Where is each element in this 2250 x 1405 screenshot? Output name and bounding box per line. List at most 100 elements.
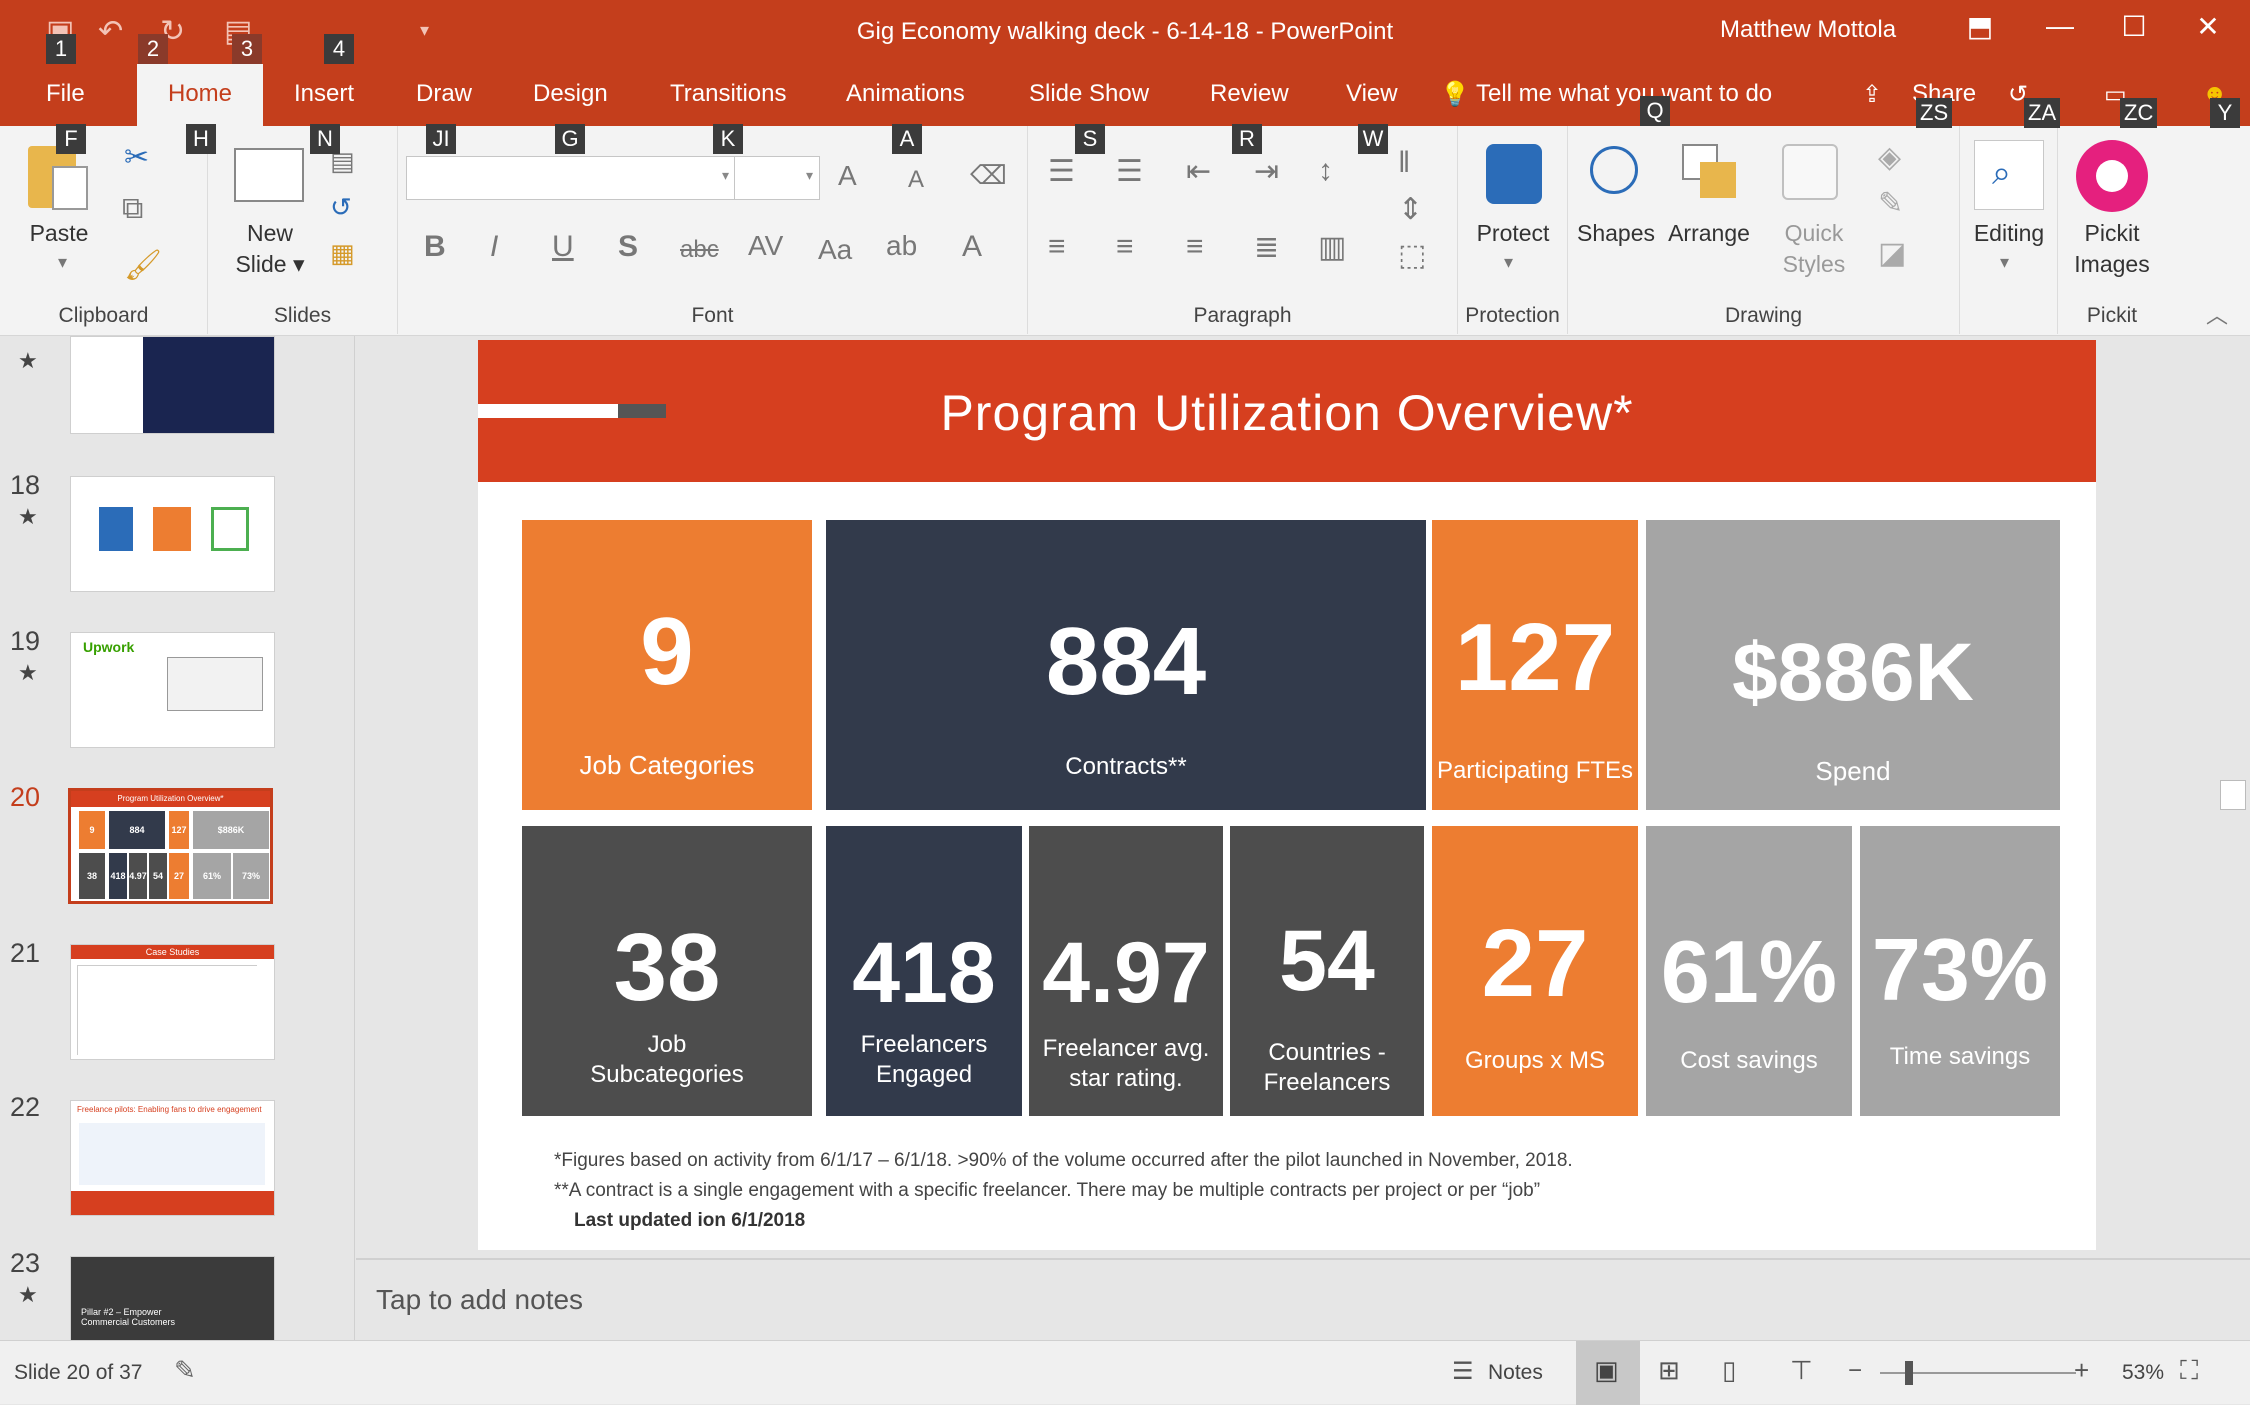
metric-tile[interactable]: 61% Cost savings (1646, 826, 1852, 1116)
text-direction-icon[interactable]: ‖ (1398, 146, 1410, 180)
zoom-level[interactable]: 53% (2122, 1361, 2164, 1385)
tab-design[interactable]: Design (533, 80, 608, 126)
tab-review[interactable]: Review (1210, 80, 1289, 126)
spell-check-icon[interactable]: ✎ (174, 1355, 196, 1386)
numbering-icon[interactable]: ☰ (1116, 154, 1143, 189)
close-icon[interactable]: ✕ (2178, 10, 2238, 43)
editing-button[interactable]: Editing (1960, 218, 2058, 249)
shapes-button[interactable]: Shapes (1568, 218, 1664, 249)
text-shadow-icon[interactable]: S (618, 230, 638, 264)
slide-thumbnail-panel[interactable]: ★ 18 ★ 19 ★ Upwork 20 Program Utilizatio… (0, 336, 355, 1340)
zoom-slider-thumb[interactable] (1904, 1361, 1913, 1385)
clear-formatting-icon[interactable]: ⌫ (970, 160, 1007, 191)
footnote-1[interactable]: *Figures based on activity from 6/1/17 –… (554, 1150, 1573, 1172)
maximize-icon[interactable]: ☐ (2104, 10, 2164, 43)
new-slide-icon[interactable] (234, 148, 304, 202)
smartart-icon[interactable]: ⬚ (1398, 238, 1426, 273)
notes-placeholder[interactable]: Tap to add notes (376, 1284, 583, 1316)
underline-icon[interactable]: U (552, 230, 574, 264)
fit-to-window-icon[interactable]: ⛶ (2180, 1355, 2198, 1387)
tab-transitions[interactable]: Transitions (670, 80, 786, 126)
font-size-combo[interactable]: ▾ (734, 156, 820, 200)
zoom-out-icon[interactable]: − (1848, 1357, 1862, 1385)
quick-styles-button[interactable]: Quick Styles (1764, 218, 1864, 280)
character-spacing-icon[interactable]: AV (748, 230, 783, 262)
justify-icon[interactable]: ≣ (1254, 230, 1279, 265)
bold-icon[interactable]: B (424, 230, 446, 264)
bullets-icon[interactable]: ☰ (1048, 154, 1075, 189)
editing-dropdown-icon[interactable]: ▾ (2000, 252, 2009, 273)
collapse-ribbon-icon[interactable]: ︿ (2206, 298, 2228, 330)
tab-home[interactable]: Home (137, 64, 263, 126)
shape-fill-icon[interactable]: ◈ (1878, 140, 1901, 175)
metric-tile[interactable]: 38 Job Subcategories (522, 826, 812, 1116)
metric-tile[interactable]: 27 Groups x MS (1432, 826, 1638, 1116)
strikethrough-icon[interactable]: abc (680, 236, 719, 264)
arrange-button[interactable]: Arrange (1664, 218, 1754, 249)
slide-sorter-icon[interactable]: ⊞ (1658, 1355, 1680, 1386)
ribbon-display-options-icon[interactable]: ⬒ (1950, 10, 2010, 43)
reset-icon[interactable]: ↺ (330, 192, 352, 223)
notes-toggle-button[interactable]: Notes (1488, 1361, 1543, 1385)
protect-dropdown-icon[interactable]: ▾ (1504, 252, 1513, 273)
paste-dropdown-icon[interactable]: ▾ (58, 252, 67, 273)
user-name[interactable]: Matthew Mottola (1720, 16, 1896, 44)
vertical-scrollbar[interactable] (2218, 336, 2250, 1258)
share-icon[interactable]: ⇪ (1862, 80, 1882, 126)
metric-tile[interactable]: 9 Job Categories (522, 520, 812, 810)
shrink-font-icon[interactable]: A (908, 166, 924, 194)
line-spacing-icon[interactable]: ↕ (1318, 154, 1333, 188)
font-color-icon[interactable]: A (962, 230, 982, 264)
thumbnail-slide-18[interactable] (70, 476, 275, 592)
thumbnail-slide-17[interactable] (70, 336, 275, 434)
decrease-indent-icon[interactable]: ⇤ (1186, 154, 1211, 189)
format-painter-icon[interactable]: 🖌 (124, 248, 162, 283)
footnote-2[interactable]: **A contract is a single engagement with… (554, 1180, 1540, 1202)
last-updated[interactable]: Last updated ion 6/1/2018 (574, 1210, 805, 1232)
metric-tile[interactable]: 73% Time savings (1860, 826, 2060, 1116)
metric-tile[interactable]: 4.97 Freelancer avg. star rating. (1029, 826, 1223, 1116)
align-text-icon[interactable]: ⇕ (1398, 192, 1423, 227)
slide-title[interactable]: Program Utilization Overview* (478, 384, 2096, 442)
minimize-icon[interactable]: — (2030, 10, 2090, 42)
pickit-images-button[interactable]: Pickit Images (2058, 218, 2166, 280)
copy-icon[interactable]: ⧉ (122, 192, 143, 226)
current-slide[interactable]: Program Utilization Overview* 9 Job Categ… (478, 340, 2096, 1250)
metric-tile[interactable]: 54 Countries - Freelancers (1230, 826, 1424, 1116)
tell-me-search[interactable]: Tell me what you want to do (1476, 80, 1772, 126)
align-center-icon[interactable]: ≡ (1116, 230, 1134, 264)
increase-indent-icon[interactable]: ⇥ (1254, 154, 1279, 189)
tab-insert[interactable]: Insert (294, 80, 354, 126)
tab-slide-show[interactable]: Slide Show (1029, 80, 1149, 126)
metric-tile[interactable]: $886K Spend (1646, 520, 2060, 810)
notes-icon[interactable]: ☰ (1452, 1357, 1474, 1386)
thumbnail-slide-23[interactable]: Pillar #2 – Empower Commercial Customers (70, 1256, 275, 1340)
paste-button[interactable]: Paste (22, 218, 96, 249)
section-icon[interactable]: ▦ (330, 238, 355, 269)
highlight-icon[interactable]: ab (886, 230, 917, 262)
metric-tile[interactable]: 884 Contracts** (826, 520, 1426, 810)
zoom-in-icon[interactable]: + (2074, 1355, 2089, 1386)
slide-show-view-icon[interactable]: ⊤ (1790, 1355, 1813, 1386)
columns-icon[interactable]: ▥ (1318, 230, 1346, 265)
protect-icon[interactable] (1486, 144, 1542, 204)
tab-draw[interactable]: Draw (416, 80, 472, 126)
metric-tile[interactable]: 418 Freelancers Engaged (826, 826, 1022, 1116)
reading-view-icon[interactable]: ▯ (1722, 1355, 1736, 1386)
new-slide-button[interactable]: New Slide ▾ (222, 218, 318, 280)
italic-icon[interactable]: I (490, 230, 498, 264)
shape-outline-icon[interactable]: ✎ (1878, 186, 1903, 221)
font-name-combo[interactable]: ▾ (406, 156, 736, 200)
thumbnail-slide-20[interactable]: Program Utilization Overview* 9 884 127 $88… (68, 788, 273, 904)
metric-tile[interactable]: 127 Participating FTEs (1432, 520, 1638, 810)
protect-button[interactable]: Protect (1458, 218, 1568, 249)
thumbnail-slide-19[interactable]: Upwork (70, 632, 275, 748)
align-right-icon[interactable]: ≡ (1186, 230, 1204, 264)
change-case-icon[interactable]: Aa (818, 234, 852, 266)
tab-view[interactable]: View (1346, 80, 1398, 126)
shapes-icon[interactable] (1590, 146, 1638, 194)
tab-animations[interactable]: Animations (846, 80, 965, 126)
grow-font-icon[interactable]: A (838, 160, 857, 192)
thumbnail-slide-22[interactable]: Freelance pilots: Enabling fans to drive… (70, 1100, 275, 1216)
cut-icon[interactable]: ✂ (124, 140, 149, 175)
